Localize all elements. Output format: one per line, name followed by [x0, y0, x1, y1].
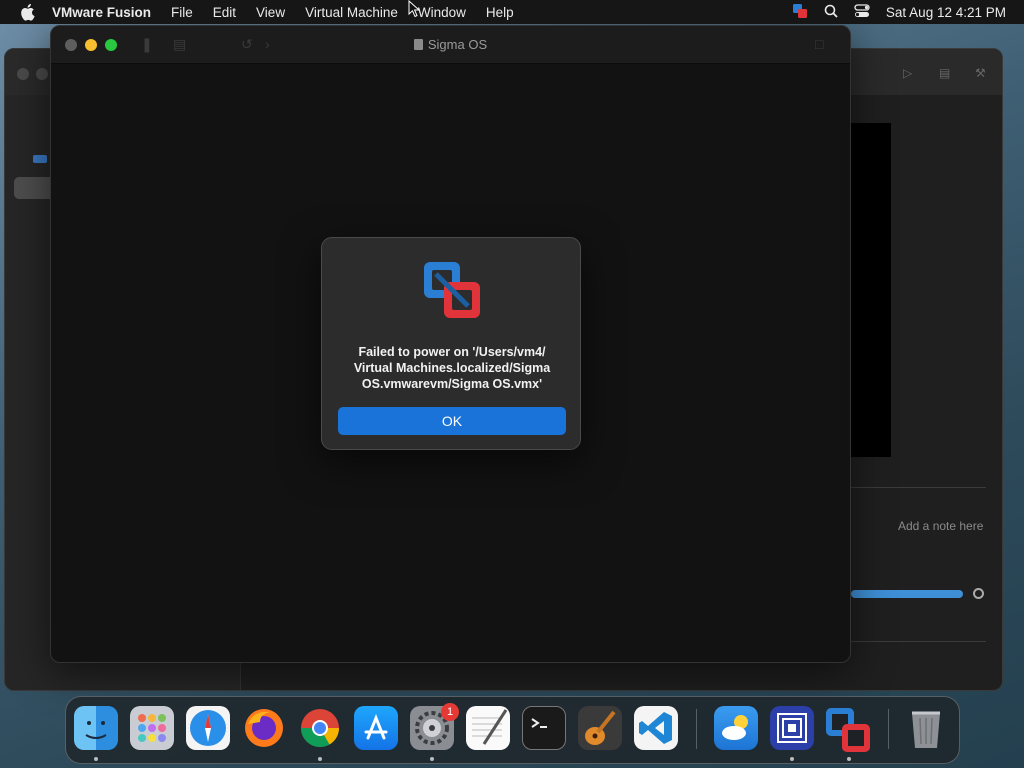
menu-clock[interactable]: Sat Aug 12 4:21 PM [886, 5, 1006, 20]
running-indicator [847, 757, 851, 761]
info-icon[interactable] [973, 588, 984, 599]
error-dialog: Failed to power on '/Users/vm4/ Virtual … [321, 237, 581, 450]
mouse-cursor-icon [408, 0, 420, 18]
play-icon[interactable]: ▷ [903, 67, 917, 79]
notification-badge: 1 [441, 703, 459, 721]
error-message-line: OS.vmwarevm/Sigma OS.vmx' [361, 377, 543, 391]
running-indicator [94, 757, 98, 761]
disk-usage-bar [851, 590, 963, 598]
launchpad-icon[interactable] [130, 706, 174, 750]
error-message-line: Virtual Machines.localized/Sigma [353, 361, 551, 375]
running-indicator [790, 757, 794, 761]
dock-divider [696, 709, 697, 749]
window-title-text: Sigma OS [427, 37, 488, 52]
snapshot-icon[interactable]: ▤ [939, 67, 953, 79]
window-title: Sigma OS [51, 26, 850, 64]
finder-icon[interactable] [74, 706, 118, 750]
dock: 1 [65, 696, 960, 764]
vmware-library-icon[interactable] [770, 706, 814, 750]
vscode-icon[interactable] [634, 706, 678, 750]
vm-preview-thumbnail[interactable] [845, 123, 891, 457]
safari-icon[interactable] [186, 706, 230, 750]
running-indicator [318, 757, 322, 761]
settings-wrench-icon[interactable]: ⚒ [975, 67, 989, 79]
vm-window-titlebar: ❚ ▤ ↺ › □ Sigma OS [51, 26, 850, 64]
ok-button[interactable]: OK [338, 407, 566, 435]
terminal-icon[interactable] [522, 706, 566, 750]
library-close-button[interactable] [17, 68, 29, 80]
firefox-icon[interactable] [242, 706, 286, 750]
library-minimize-button[interactable] [36, 68, 48, 80]
app-store-icon[interactable] [354, 706, 398, 750]
menu-view[interactable]: View [246, 5, 295, 20]
running-indicator [430, 757, 434, 761]
chrome-icon[interactable] [298, 706, 342, 750]
apple-icon[interactable] [19, 3, 37, 21]
trash-icon[interactable] [904, 706, 948, 750]
menu-bar: VMware Fusion File Edit View Virtual Mac… [0, 0, 1024, 24]
spotlight-search-icon[interactable] [824, 4, 838, 21]
divider [851, 487, 986, 488]
vmware-fusion-icon[interactable] [824, 706, 870, 752]
textedit-icon[interactable] [466, 706, 510, 750]
menu-help[interactable]: Help [476, 5, 524, 20]
menu-app-name[interactable]: VMware Fusion [52, 5, 161, 20]
control-center-icon[interactable] [854, 3, 870, 21]
vmware-fusion-logo-icon [424, 262, 480, 318]
divider [851, 641, 986, 642]
add-note-field[interactable]: Add a note here [898, 519, 983, 533]
weather-icon[interactable] [714, 706, 758, 750]
vm-document-icon [413, 39, 423, 50]
garageband-icon[interactable] [578, 706, 622, 750]
menu-virtual-machine[interactable]: Virtual Machine [295, 5, 408, 20]
vmware-status-icon[interactable] [792, 3, 808, 22]
menu-edit[interactable]: Edit [203, 5, 246, 20]
error-message: Failed to power on '/Users/vm4/ Virtual … [334, 344, 570, 392]
error-message-line: Failed to power on '/Users/vm4/ [358, 345, 546, 359]
menu-file[interactable]: File [161, 5, 203, 20]
vm-library-icon [33, 155, 47, 163]
dock-divider [888, 709, 889, 749]
menu-extras: Sat Aug 12 4:21 PM [792, 0, 1006, 24]
